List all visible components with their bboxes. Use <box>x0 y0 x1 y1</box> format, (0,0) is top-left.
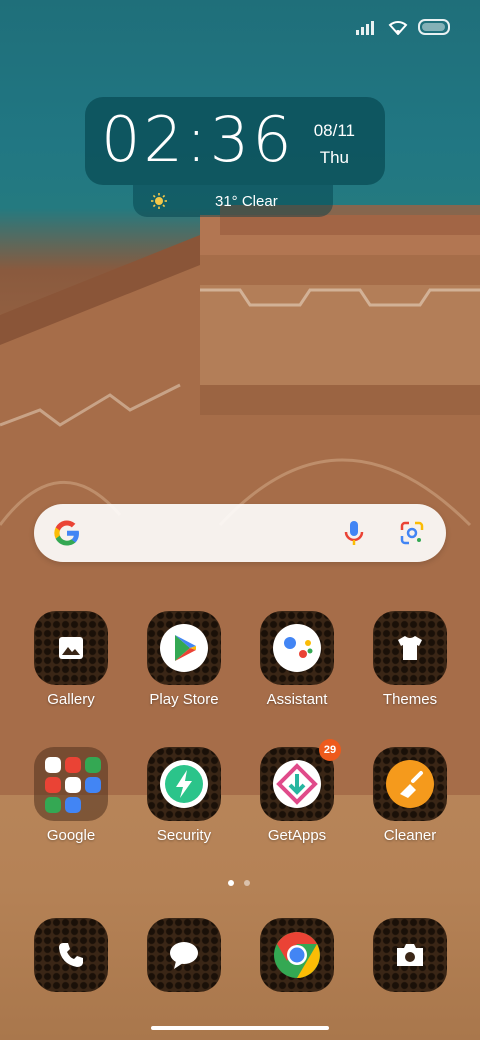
cleaner-tile <box>373 747 447 821</box>
meet-mini-icon <box>65 797 81 813</box>
sun-icon <box>151 193 167 209</box>
youtube-mini-icon <box>45 777 61 793</box>
page-dot-active[interactable] <box>228 880 234 886</box>
messages-tile <box>147 918 221 992</box>
camera-tile <box>373 918 447 992</box>
app-label: Themes <box>382 691 438 708</box>
assistant-tile <box>260 611 334 685</box>
app-label: Google <box>46 827 96 844</box>
app-play-store[interactable]: Play Store <box>134 611 234 708</box>
app-label: Gallery <box>47 691 95 708</box>
home-indicator-bar[interactable] <box>151 1026 329 1030</box>
lens-icon[interactable] <box>400 521 424 545</box>
app-label: Security <box>156 827 212 844</box>
chrome-mini-icon <box>85 757 101 773</box>
dock-chrome[interactable] <box>247 918 347 992</box>
status-bar <box>356 14 450 40</box>
phone-tile <box>34 918 108 992</box>
app-cleaner[interactable]: Cleaner <box>360 747 460 844</box>
phone-icon <box>59 943 83 967</box>
playstore-tile <box>147 611 221 685</box>
clock-date: 08/11 Thu <box>314 117 355 171</box>
messages-icon <box>170 942 198 969</box>
day-text: Thu <box>319 148 349 167</box>
signal-icon <box>356 19 378 35</box>
page-indicator <box>228 880 250 886</box>
camera-icon <box>397 944 423 966</box>
getapps-icon <box>273 760 321 808</box>
dock-phone[interactable] <box>21 918 121 992</box>
folder-icon <box>34 747 108 821</box>
app-security[interactable]: Security <box>134 747 234 844</box>
drive-mini-icon <box>45 797 61 813</box>
gmail-mini-icon <box>65 757 81 773</box>
google-g-icon <box>54 520 79 546</box>
themes-tile <box>373 611 447 685</box>
play-store-icon <box>160 624 208 672</box>
app-label: Cleaner <box>383 827 437 844</box>
weather-text: 31° Clear <box>215 193 278 210</box>
weather-widget[interactable]: 31° Clear <box>133 185 333 217</box>
app-label: Play Store <box>149 691 219 708</box>
assistant-icon <box>273 624 321 672</box>
app-themes[interactable]: Themes <box>360 611 460 708</box>
app-assistant[interactable]: Assistant <box>247 611 347 708</box>
google-search-bar[interactable] <box>34 504 446 562</box>
gallery-icon <box>59 637 83 659</box>
wifi-icon <box>388 21 408 35</box>
date-text: 08/11 <box>313 121 355 140</box>
battery-icon <box>418 19 450 35</box>
chrome-icon <box>274 932 320 978</box>
app-getapps[interactable]: 29 GetApps <box>247 739 347 844</box>
dock-messages[interactable] <box>134 918 234 992</box>
app-google-folder[interactable]: Google <box>21 747 121 844</box>
security-tile <box>147 747 221 821</box>
chrome-tile <box>260 918 334 992</box>
shirt-icon <box>398 636 422 660</box>
clock-time: 02:36 <box>101 103 295 176</box>
duo-mini-icon <box>85 777 101 793</box>
page-dot[interactable] <box>244 880 250 886</box>
app-label: GetApps <box>267 827 327 844</box>
notification-badge: 29 <box>319 739 341 761</box>
clock-widget[interactable]: 02:36 08/11 Thu <box>85 97 385 185</box>
dock-camera[interactable] <box>360 918 460 992</box>
google-mini-icon <box>45 757 61 773</box>
gallery-tile <box>34 611 108 685</box>
security-icon <box>160 760 208 808</box>
app-gallery[interactable]: Gallery <box>21 611 121 708</box>
maps-mini-icon <box>65 777 81 793</box>
mic-icon[interactable] <box>344 520 364 546</box>
broom-icon <box>386 760 434 808</box>
app-label: Assistant <box>266 691 328 708</box>
